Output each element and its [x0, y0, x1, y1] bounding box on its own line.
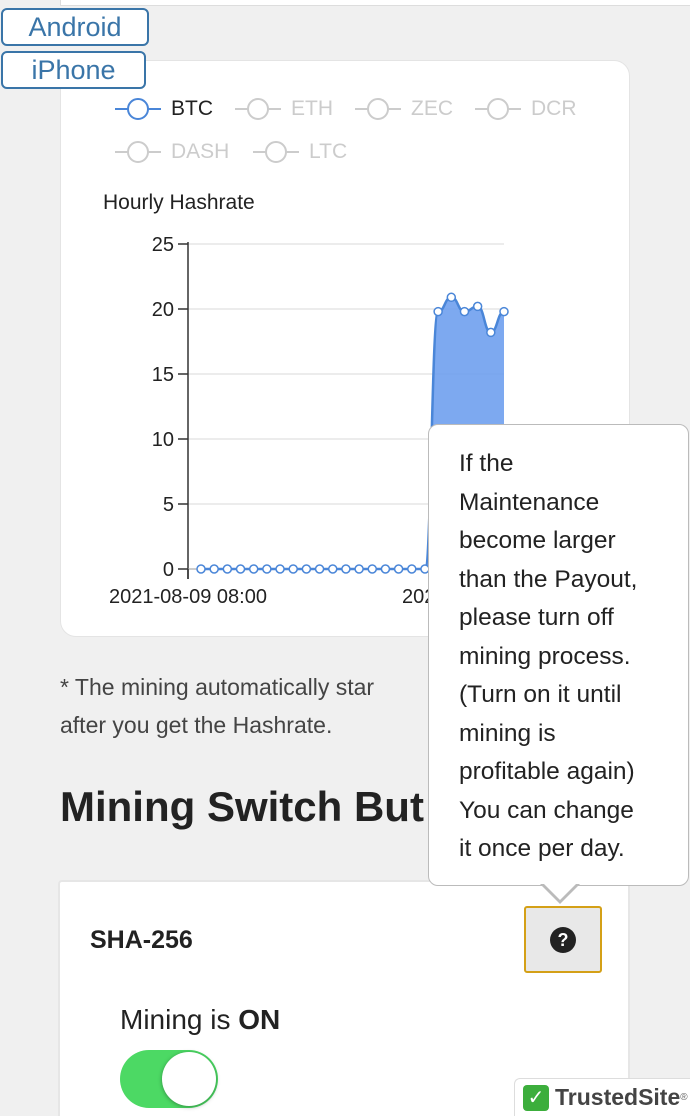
y-tick-label: 5	[163, 494, 174, 516]
data-point	[499, 306, 509, 317]
tooltip-line: than the Payout,	[459, 565, 638, 593]
previous-section-edge	[60, 0, 690, 6]
tooltip-line: mining process.	[459, 642, 631, 670]
data-point	[472, 301, 483, 312]
tooltip-line: become larger	[459, 527, 616, 554]
tooltip-pointer	[540, 882, 580, 904]
tooltip-line: mining is	[459, 719, 556, 747]
x-tick-label: 2021-08-09 08:00	[109, 586, 267, 608]
registered-mark: ®	[680, 1092, 688, 1103]
mining-status-prefix: Mining is	[120, 1004, 239, 1035]
mining-toggle[interactable]	[120, 1050, 218, 1108]
toggle-knob	[162, 1052, 216, 1106]
question-circle-icon: ?	[550, 926, 576, 953]
y-tick-label: 10	[152, 429, 174, 451]
data-point	[407, 564, 417, 574]
android-button[interactable]: Android	[1, 8, 149, 46]
y-tick-label: 20	[152, 299, 174, 321]
algo-name: SHA-256	[90, 926, 193, 954]
data-point	[354, 564, 364, 574]
tooltip-line: please turn off	[459, 604, 614, 631]
data-point	[327, 564, 338, 574]
tooltip-line: You can change	[459, 796, 634, 824]
data-point	[235, 564, 246, 574]
data-point	[262, 564, 272, 574]
data-point	[288, 564, 298, 574]
tooltip-line: If the	[459, 450, 514, 477]
iphone-button[interactable]: iPhone	[1, 51, 146, 89]
data-point	[222, 564, 233, 574]
data-point	[341, 564, 351, 574]
tooltip-line: Maintenance	[459, 488, 600, 516]
y-tick-label: 25	[152, 234, 174, 256]
data-point	[248, 564, 259, 574]
tooltip-line: profitable again)	[459, 758, 635, 785]
trustedsite-label: TrustedSite	[555, 1084, 681, 1110]
data-point	[486, 327, 496, 338]
data-point	[209, 564, 219, 574]
data-point	[393, 564, 404, 574]
data-point	[433, 306, 443, 317]
mining-status-value: ON	[238, 1004, 281, 1035]
help-button[interactable]: ?	[524, 906, 602, 973]
data-point	[314, 564, 325, 574]
data-point	[367, 564, 378, 574]
section-heading: Mining Switch But	[60, 783, 424, 830]
mining-status: Mining is ON	[120, 1004, 280, 1036]
data-point	[380, 564, 391, 574]
data-point	[301, 564, 312, 574]
check-icon: ✓	[523, 1084, 549, 1111]
help-tooltip: If the Maintenance become larger than the P…	[428, 424, 689, 886]
tooltip-line: (Turn on it until	[459, 681, 622, 708]
trustedsite-badge[interactable]: ✓ TrustedSite ®	[514, 1078, 690, 1116]
tooltip-line: it once per day.	[459, 835, 625, 862]
data-point	[446, 292, 457, 303]
y-tick-label: 15	[152, 364, 174, 386]
data-point	[459, 306, 470, 317]
data-point	[196, 564, 206, 574]
y-tick-label: 0	[163, 559, 174, 581]
data-point	[275, 564, 285, 574]
